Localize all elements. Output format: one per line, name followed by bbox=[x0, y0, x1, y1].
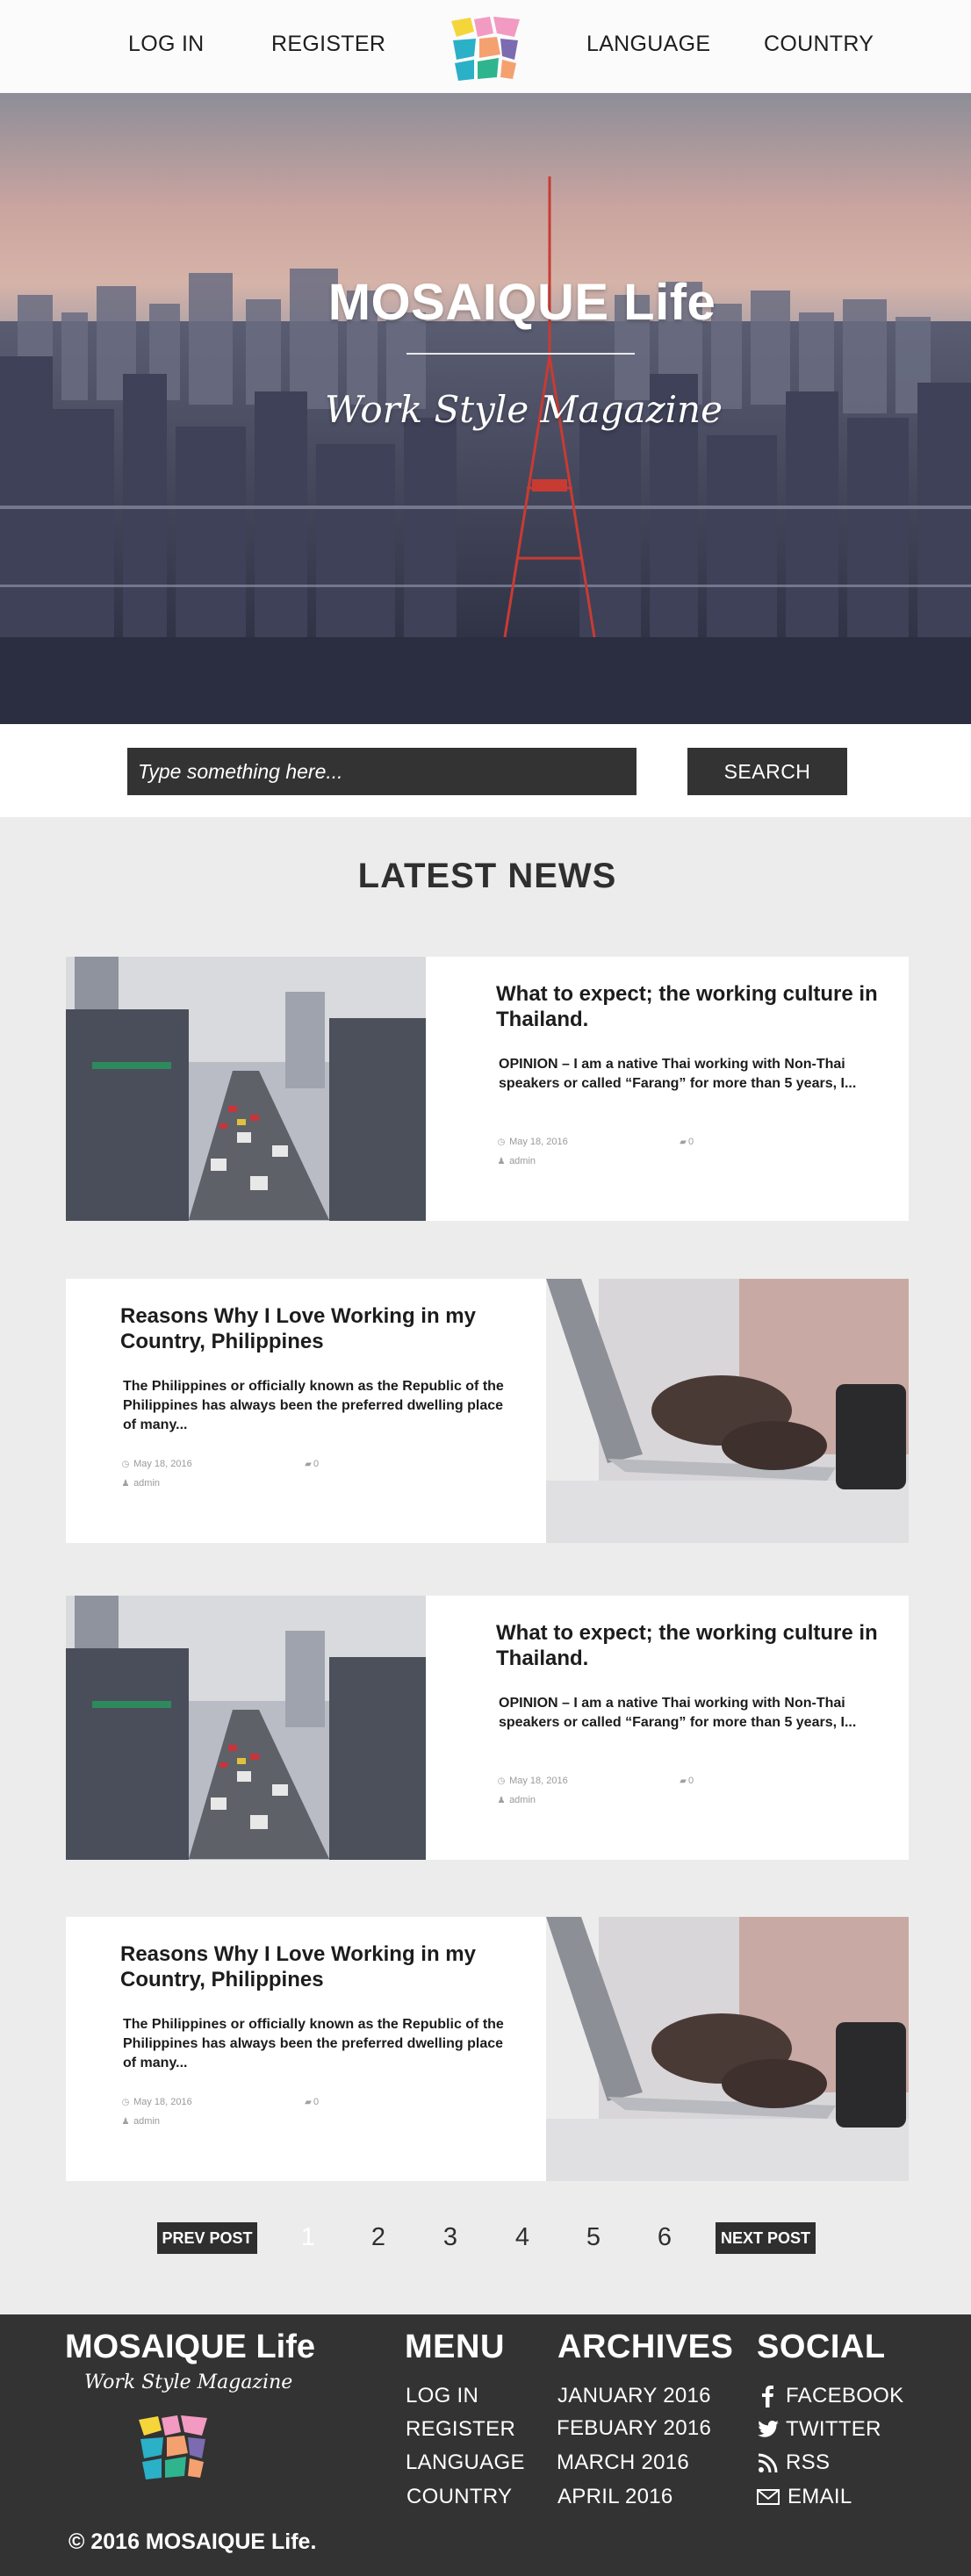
news-card-body: What to expect; the working culture in T… bbox=[496, 1596, 882, 1860]
archive-april-2016[interactable]: APRIL 2016 bbox=[557, 2485, 673, 2509]
post-author[interactable]: ♟ admin bbox=[120, 1478, 161, 1489]
post-date: ◷ May 18, 2016 bbox=[497, 1776, 568, 1786]
news-card-title[interactable]: What to expect; the working culture in T… bbox=[496, 1620, 882, 1671]
news-card-title[interactable]: Reasons Why I Love Working in my Country… bbox=[120, 1303, 507, 1354]
post-author[interactable]: ♟ admin bbox=[120, 2116, 161, 2127]
post-date: ◷ May 18, 2016 bbox=[121, 1459, 192, 1469]
news-card[interactable]: What to expect; the working culture in T… bbox=[66, 957, 909, 1221]
site-footer: MOSAIQUE Life Work Style Magazine © 2016… bbox=[0, 2314, 971, 2576]
clock-icon: ◷ bbox=[497, 1137, 506, 1147]
post-comments[interactable]: ▰ 0 bbox=[678, 1776, 694, 1786]
footer-archives-heading: ARCHIVES bbox=[557, 2328, 734, 2365]
social-twitter-link[interactable]: TWITTER bbox=[786, 2417, 881, 2442]
city-street-traffic-photo[interactable] bbox=[66, 1596, 426, 1860]
user-icon: ♟ bbox=[497, 1157, 506, 1166]
mosaic-logo-icon[interactable] bbox=[132, 2413, 212, 2483]
user-icon: ♟ bbox=[121, 2117, 130, 2127]
page-4-link[interactable]: 4 bbox=[505, 2223, 540, 2252]
nav-register-link[interactable]: REGISTER bbox=[271, 32, 385, 57]
news-card[interactable]: What to expect; the working culture in T… bbox=[66, 1596, 909, 1860]
rss-icon[interactable] bbox=[757, 2451, 780, 2474]
facebook-icon[interactable] bbox=[757, 2385, 780, 2407]
footer-menu-language[interactable]: LANGUAGE bbox=[406, 2450, 525, 2475]
comment-icon: ▰ bbox=[680, 1776, 687, 1786]
hands-typing-laptop-photo[interactable] bbox=[546, 1279, 909, 1543]
news-card-excerpt: OPINION – I am a native Thai working wit… bbox=[499, 1057, 857, 1091]
news-card-body: Reasons Why I Love Working in my Country… bbox=[120, 1917, 507, 2181]
footer-menu-login[interactable]: LOG IN bbox=[406, 2384, 478, 2408]
prev-post-button[interactable]: PREV POST bbox=[157, 2222, 257, 2254]
post-date: ◷ May 18, 2016 bbox=[121, 2097, 192, 2107]
news-card-excerpt: The Philippines or officially known as t… bbox=[123, 1379, 504, 1432]
hero-subtitle: Work Style Magazine bbox=[325, 388, 723, 431]
archive-february-2016[interactable]: FEBUARY 2016 bbox=[557, 2416, 711, 2441]
page-6-link[interactable]: 6 bbox=[647, 2223, 682, 2252]
archive-march-2016[interactable]: MARCH 2016 bbox=[557, 2450, 689, 2475]
latest-news-heading: LATEST NEWS bbox=[357, 857, 617, 895]
post-date: ◷ May 18, 2016 bbox=[497, 1137, 568, 1147]
twitter-icon[interactable] bbox=[757, 2418, 780, 2441]
post-author[interactable]: ♟ admin bbox=[496, 1156, 536, 1166]
comment-icon: ▰ bbox=[305, 1460, 312, 1469]
clock-icon: ◷ bbox=[121, 1460, 130, 1469]
page-2-link[interactable]: 2 bbox=[361, 2223, 396, 2252]
nav-language-link[interactable]: LANGUAGE bbox=[586, 32, 710, 57]
post-comments[interactable]: ▰ 0 bbox=[678, 1137, 694, 1147]
user-icon: ♟ bbox=[121, 1479, 130, 1489]
post-comments[interactable]: ▰ 0 bbox=[303, 1459, 319, 1469]
news-card-body: What to expect; the working culture in T… bbox=[496, 957, 882, 1221]
news-card-excerpt: OPINION – I am a native Thai working wit… bbox=[499, 1696, 857, 1730]
top-navigation-bar: LOG IN REGISTER LANGUAGE COUNTRY bbox=[0, 0, 971, 93]
nav-country-link[interactable]: COUNTRY bbox=[764, 32, 874, 57]
hero-title: MOSAIQUE Life bbox=[327, 274, 716, 331]
hero-divider bbox=[406, 353, 635, 355]
search-input[interactable] bbox=[127, 748, 637, 795]
post-comments[interactable]: ▰ 0 bbox=[303, 2097, 319, 2107]
post-author[interactable]: ♟ admin bbox=[496, 1795, 536, 1805]
email-icon[interactable] bbox=[757, 2486, 780, 2508]
city-street-traffic-photo[interactable] bbox=[66, 957, 426, 1221]
news-card[interactable]: Reasons Why I Love Working in my Country… bbox=[66, 1279, 909, 1543]
next-post-button[interactable]: NEXT POST bbox=[716, 2222, 816, 2254]
page-3-link[interactable]: 3 bbox=[433, 2223, 468, 2252]
mosaic-logo-icon[interactable] bbox=[444, 14, 525, 84]
news-card[interactable]: Reasons Why I Love Working in my Country… bbox=[66, 1917, 909, 2181]
footer-menu-register[interactable]: REGISTER bbox=[406, 2417, 515, 2442]
news-card-body: Reasons Why I Love Working in my Country… bbox=[120, 1279, 507, 1543]
search-bar: SEARCH bbox=[0, 724, 971, 817]
page-1-link[interactable]: 1 bbox=[291, 2223, 326, 2252]
comment-icon: ▰ bbox=[305, 2098, 312, 2107]
footer-social-heading: SOCIAL bbox=[757, 2328, 886, 2365]
nav-login-link[interactable]: LOG IN bbox=[128, 32, 205, 57]
footer-brand: MOSAIQUE Life bbox=[65, 2328, 316, 2365]
footer-menu-heading: MENU bbox=[405, 2328, 505, 2365]
hands-typing-laptop-photo[interactable] bbox=[546, 1917, 909, 2181]
page-5-link[interactable]: 5 bbox=[576, 2223, 611, 2252]
news-card-excerpt: The Philippines or officially known as t… bbox=[123, 2017, 504, 2070]
social-facebook-link[interactable]: FACEBOOK bbox=[786, 2384, 903, 2408]
footer-copyright: © 2016 MOSAIQUE Life. bbox=[68, 2529, 317, 2554]
hero-banner: MOSAIQUE Life Work Style Magazine bbox=[0, 93, 971, 724]
user-icon: ♟ bbox=[497, 1796, 506, 1805]
footer-tagline: Work Style Magazine bbox=[84, 2371, 293, 2393]
clock-icon: ◷ bbox=[497, 1776, 506, 1786]
archive-january-2016[interactable]: JANUARY 2016 bbox=[557, 2384, 711, 2408]
social-rss-link[interactable]: RSS bbox=[786, 2450, 830, 2475]
footer-menu-country[interactable]: COUNTRY bbox=[406, 2485, 512, 2509]
search-button[interactable]: SEARCH bbox=[687, 748, 847, 795]
social-email-link[interactable]: EMAIL bbox=[788, 2485, 852, 2509]
news-card-title[interactable]: What to expect; the working culture in T… bbox=[496, 981, 882, 1032]
clock-icon: ◷ bbox=[121, 2098, 130, 2107]
comment-icon: ▰ bbox=[680, 1137, 687, 1147]
news-card-title[interactable]: Reasons Why I Love Working in my Country… bbox=[120, 1941, 507, 1992]
